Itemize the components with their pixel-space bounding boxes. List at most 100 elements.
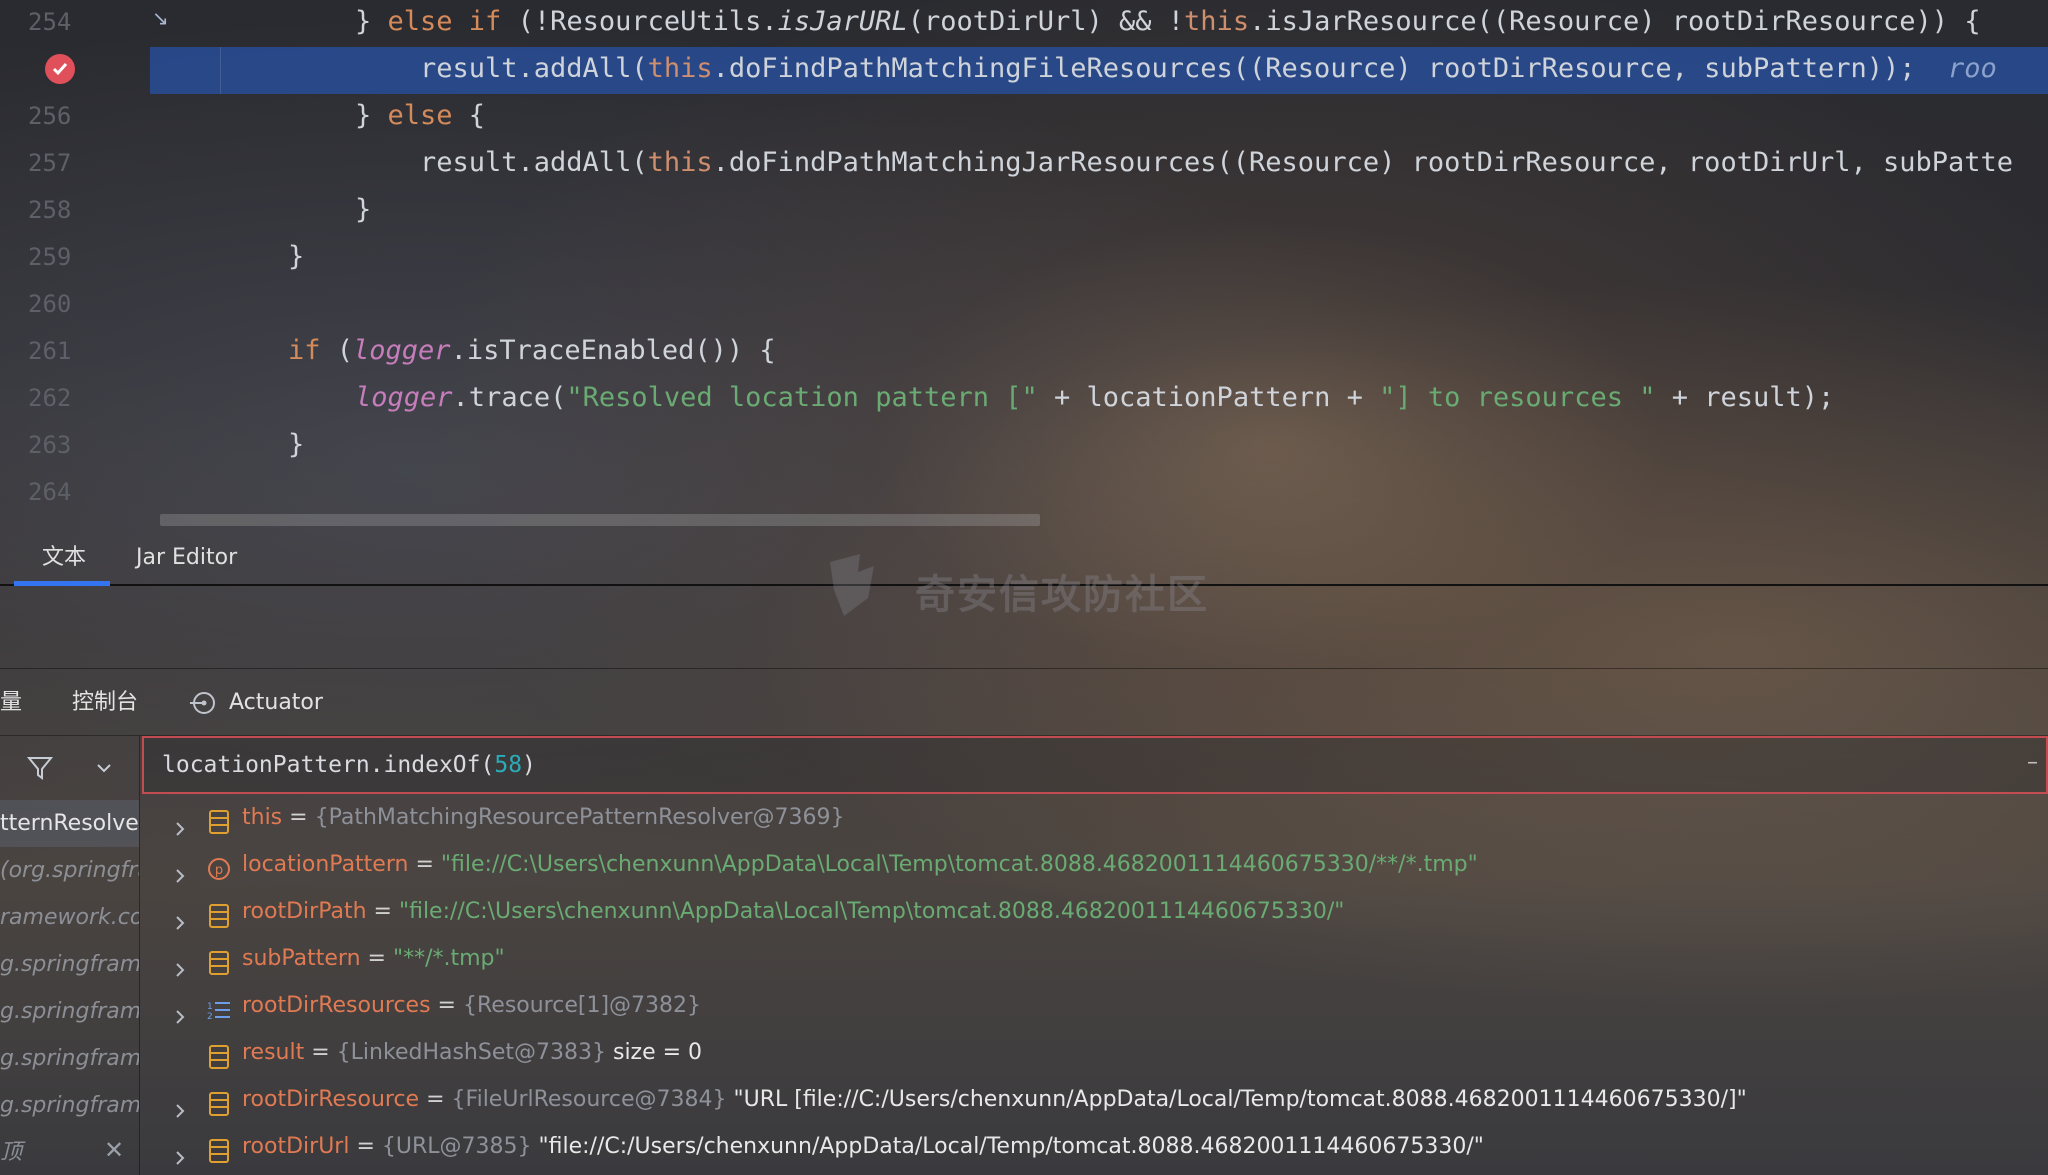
chevron-right-icon[interactable]	[172, 996, 188, 1024]
variable-equals: =	[304, 1040, 337, 1065]
chevron-right-icon[interactable]	[172, 1137, 188, 1165]
variable-equals: =	[430, 993, 463, 1018]
tab-jar-editor[interactable]: Jar Editor	[136, 530, 237, 586]
variable-string-value: "**/*.tmp"	[392, 946, 505, 971]
variable-equals: =	[360, 946, 393, 971]
stack-frame-item[interactable]: g.springframe	[0, 941, 139, 988]
stack-frame-item[interactable]: g.springframe	[0, 988, 139, 1035]
field-icon	[207, 1087, 231, 1116]
field-icon	[207, 1040, 231, 1069]
code-text: if (logger.isTraceEnabled()) {	[288, 335, 776, 366]
line-number: 257	[28, 149, 72, 177]
line-number: 254	[28, 8, 72, 36]
variable-row[interactable]: 1 2 rootDirResources = {Resource[1]@7382}	[142, 982, 2048, 1029]
variable-name: result	[242, 1040, 305, 1065]
watermark-text: 奇安信攻防社区	[915, 572, 1209, 618]
code-text: } else {	[355, 100, 486, 131]
code-line[interactable]: 261 if (logger.isTraceEnabled()) {	[0, 329, 2048, 376]
svg-text:p: p	[215, 863, 223, 878]
variable-row[interactable]: rootDirResource = {FileUrlResource@7384}…	[142, 1076, 2048, 1123]
evaluate-expression-bar[interactable]: locationPattern.indexOf(58) –	[142, 736, 2048, 794]
code-line[interactable]: 254} else if (!ResourceUtils.isJarURL(ro…	[0, 0, 2048, 47]
variable-type: {FileUrlResource@7384}	[451, 1087, 734, 1112]
line-number: 264	[28, 478, 72, 506]
stack-frame-item[interactable]: tternResolver	[0, 800, 139, 847]
stack-frame-item[interactable]: g.springframe	[0, 1082, 139, 1129]
code-line[interactable]: 259}	[0, 235, 2048, 282]
editor-horizontal-scrollbar[interactable]	[160, 514, 1040, 526]
variable-equals: =	[282, 805, 315, 830]
code-line[interactable]: 264	[0, 470, 2048, 517]
variable-value-text: "file://C:/Users/chenxunn/AppData/Local/…	[538, 1134, 1484, 1159]
stack-frame-item[interactable]: g.springframe	[0, 1035, 139, 1082]
code-text: result.addAll(this.doFindPathMatchingFil…	[420, 53, 1997, 84]
chevron-right-icon[interactable]	[172, 808, 188, 836]
variable-string-value: "file://C:\Users\chenxunn\AppData\Local\…	[398, 899, 1345, 924]
expression-input[interactable]: locationPattern.indexOf(58)	[162, 738, 536, 792]
code-text: }	[288, 241, 305, 272]
code-text: }	[355, 194, 372, 225]
filter-icon[interactable]	[26, 754, 54, 782]
chevron-right-icon[interactable]	[172, 1090, 188, 1118]
variable-name: this	[242, 805, 283, 830]
tab-actuator[interactable]: Actuator	[229, 669, 323, 737]
field-icon	[207, 1134, 231, 1163]
variable-row[interactable]: this = {PathMatchingResourcePatternResol…	[142, 794, 2048, 841]
stack-frame-item[interactable]: ramework.cor	[0, 894, 139, 941]
code-text: }	[288, 429, 305, 460]
line-number: 261	[28, 337, 72, 365]
chevron-right-icon[interactable]	[172, 949, 188, 977]
field-icon	[207, 946, 231, 975]
variable-row[interactable]: rootDirUrl = {URL@7385} "file://C:/Users…	[142, 1123, 2048, 1170]
line-number	[28, 47, 76, 94]
watermark-logo-icon	[830, 554, 874, 616]
tab-variables[interactable]: 量	[0, 669, 22, 737]
variable-name: subPattern	[242, 946, 361, 971]
code-line[interactable]: 262 logger.trace("Resolved location patte…	[0, 376, 2048, 423]
code-line[interactable]: 260	[0, 282, 2048, 329]
variable-value-text: size = 0	[612, 1040, 703, 1065]
variable-row[interactable]: p locationPattern = "file://C:\Users\chen…	[142, 841, 2048, 888]
variable-equals: =	[408, 852, 441, 877]
stack-frame-item[interactable]: (org.springfra	[0, 847, 139, 894]
tab-text[interactable]: 文本	[13, 530, 111, 586]
tab-console[interactable]: 控制台	[72, 669, 138, 737]
parameter-icon: p	[207, 852, 231, 880]
variable-equals: =	[419, 1087, 452, 1112]
code-line[interactable]: 263}	[0, 423, 2048, 470]
line-number: 259	[28, 243, 72, 271]
variable-type: {PathMatchingResourcePatternResolver@736…	[314, 805, 845, 830]
code-line[interactable]: result.addAll(this.doFindPathMatchingFil…	[0, 47, 2048, 94]
line-number: 260	[28, 290, 72, 318]
code-line[interactable]: 258}	[0, 188, 2048, 235]
variable-name: rootDirUrl	[242, 1134, 350, 1159]
collapse-icon[interactable]: –	[2027, 750, 2038, 775]
code-line[interactable]: 257 result.addAll(this.doFindPathMatching…	[0, 141, 2048, 188]
code-text: result.addAll(this.doFindPathMatchingJar…	[420, 147, 2014, 178]
variable-row[interactable]: rootDirPath = "file://C:\Users\chenxunn\…	[142, 888, 2048, 935]
variable-name: locationPattern	[242, 852, 409, 877]
line-number: 263	[28, 431, 72, 459]
frames-panel: tternResolver (org.springfra ramework.cor g…	[0, 736, 140, 1175]
close-icon[interactable]: ✕	[104, 1136, 124, 1164]
line-number: 258	[28, 196, 72, 224]
variable-value-text: "URL [file://C:/Users/chenxunn/AppData/L…	[733, 1087, 1747, 1112]
actuator-icon	[190, 692, 215, 714]
line-number: 256	[28, 102, 72, 130]
variable-name: rootDirResource	[242, 1087, 420, 1112]
chevron-right-icon[interactable]	[172, 855, 188, 883]
svg-text:1: 1	[207, 1002, 213, 1012]
chevron-right-icon[interactable]	[172, 902, 188, 930]
variable-row[interactable]: result = {LinkedHashSet@7383} size = 0	[142, 1029, 2048, 1076]
chevron-down-icon[interactable]	[94, 758, 114, 778]
variable-name: rootDirPath	[242, 899, 367, 924]
variable-string-value: "file://C:\Users\chenxunn\AppData\Local\…	[440, 852, 1478, 877]
svg-text:2: 2	[207, 1012, 213, 1022]
code-line[interactable]: 256 } else {	[0, 94, 2048, 141]
variable-equals: =	[349, 1134, 382, 1159]
code-editor[interactable]: ↘ 254} else if (!ResourceUtils.isJarURL(…	[0, 0, 2048, 530]
debug-toolwindow-tabs: 量 控制台 Actuator	[0, 668, 2048, 736]
variable-row[interactable]: subPattern = "**/*.tmp"	[142, 935, 2048, 982]
field-icon	[207, 805, 231, 834]
variable-type: {Resource[1]@7382}	[462, 993, 702, 1018]
